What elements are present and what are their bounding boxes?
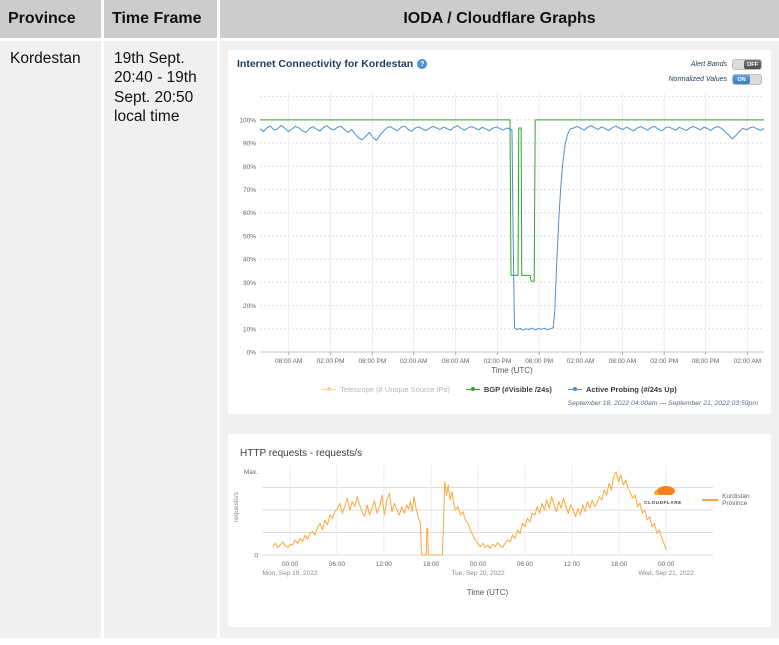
svg-text:08:00 AM: 08:00 AM — [609, 358, 636, 365]
svg-text:90%: 90% — [243, 141, 256, 148]
svg-text:02:00 PM: 02:00 PM — [483, 358, 511, 365]
cloudflare-logo: CLOUDFLARE — [634, 484, 692, 505]
svg-text:100%: 100% — [239, 117, 256, 124]
alert-bands-toggle-state: OFF — [744, 60, 761, 69]
col-header-time-frame-label: Time Frame — [112, 10, 202, 28]
svg-text:0: 0 — [254, 553, 258, 560]
province-name: Kordestan — [10, 50, 81, 67]
svg-text:08:00 PM: 08:00 PM — [525, 358, 553, 365]
ioda-legend-item-0[interactable]: Telescope (# Unique Source IPs) — [322, 385, 450, 394]
time-frame-cell: 19th Sept. 20:40 - 19th Sept. 20:50 loca… — [104, 41, 217, 638]
cloudflare-cloud-icon — [650, 484, 676, 497]
page: Province Time Frame IODA / Cloudflare Gr… — [0, 0, 779, 645]
svg-text:02:00 AM: 02:00 AM — [567, 358, 594, 365]
col-header-province: Province — [0, 0, 101, 38]
svg-text:Wed, Sep 21, 2022: Wed, Sep 21, 2022 — [638, 570, 694, 577]
ioda-date-range: September 18, 2022 04:00am — September 2… — [231, 400, 768, 407]
col-header-graphs-label: IODA / Cloudflare Graphs — [403, 10, 595, 28]
cloudflare-chart-title: HTTP requests - requests/s — [240, 448, 771, 459]
svg-text:08:00 AM: 08:00 AM — [442, 358, 469, 365]
svg-text:70%: 70% — [243, 187, 256, 194]
svg-text:80%: 80% — [243, 164, 256, 171]
ioda-legend-item-1[interactable]: BGP (#Visible /24s) — [466, 385, 552, 394]
normalized-values-toggle-state: ON — [733, 75, 750, 84]
cloudflare-legend: Kurdistan Province — [702, 493, 771, 507]
col-header-graphs: IODA / Cloudflare Graphs — [220, 0, 779, 38]
svg-text:10%: 10% — [243, 326, 256, 333]
svg-text:02:00 AM: 02:00 AM — [400, 358, 427, 365]
legend-label: BGP (#Visible /24s) — [484, 385, 552, 394]
comparison-table: Province Time Frame IODA / Cloudflare Gr… — [0, 0, 779, 638]
normalized-values-label: Normalized Values — [669, 76, 728, 83]
ioda-title: Internet Connectivity for Kordestan ? — [237, 58, 427, 70]
svg-text:06:00: 06:00 — [517, 561, 534, 568]
ioda-graph-card: Internet Connectivity for Kordestan ? Al… — [228, 50, 771, 414]
graphs-cell: Internet Connectivity for Kordestan ? Al… — [220, 41, 779, 638]
ioda-legend: Telescope (# Unique Source IPs) BGP (#Vis… — [231, 382, 768, 396]
svg-text:02:00 PM: 02:00 PM — [650, 358, 678, 365]
time-frame-value: 19th Sept. 20:40 - 19th Sept. 20:50 loca… — [114, 50, 197, 125]
ioda-header: Internet Connectivity for Kordestan ? Al… — [231, 56, 768, 84]
svg-text:06:00: 06:00 — [329, 561, 346, 568]
ioda-toggles: Alert Bands OFF Normalized Values ON — [669, 59, 763, 85]
cloudflare-y-axis-label: requests/s — [233, 492, 240, 522]
legend-label-kurdistan-province: Kurdistan Province — [722, 493, 771, 507]
svg-text:12:00: 12:00 — [564, 561, 581, 568]
svg-text:08:00 PM: 08:00 PM — [358, 358, 386, 365]
alert-bands-toggle[interactable]: OFF — [732, 59, 762, 70]
alert-bands-label: Alert Bands — [691, 61, 727, 68]
svg-text:12:00: 12:00 — [376, 561, 393, 568]
ioda-legend-item-2[interactable]: Active Probing (#/24s Up) — [568, 385, 677, 394]
svg-text:Tue, Sep 20, 2022: Tue, Sep 20, 2022 — [451, 570, 505, 577]
svg-text:08:00 AM: 08:00 AM — [275, 358, 302, 365]
svg-text:00:00: 00:00 — [470, 561, 487, 568]
legend-marker — [466, 387, 480, 392]
svg-text:00:00: 00:00 — [282, 561, 299, 568]
svg-text:Time (UTC): Time (UTC) — [467, 588, 509, 597]
svg-text:Mon, Sep 19, 2022: Mon, Sep 19, 2022 — [263, 570, 318, 577]
ioda-chart: 08:00 AM 02:00 PM 08:00 PM 02:00 AM 08:00 AM… — [231, 84, 768, 376]
svg-text:30%: 30% — [243, 280, 256, 287]
svg-text:02:00 AM: 02:00 AM — [734, 358, 761, 365]
col-header-province-label: Province — [8, 10, 76, 28]
svg-text:50%: 50% — [243, 233, 256, 240]
legend-label: Telescope (# Unique Source IPs) — [340, 385, 450, 394]
svg-text:18:00: 18:00 — [423, 561, 440, 568]
help-icon[interactable]: ? — [417, 59, 427, 69]
svg-text:60%: 60% — [243, 210, 256, 217]
svg-text:00:00: 00:00 — [658, 561, 675, 568]
legend-label: Active Probing (#/24s Up) — [586, 385, 677, 394]
svg-text:0%: 0% — [247, 350, 257, 357]
svg-text:20%: 20% — [243, 303, 256, 310]
legend-marker — [322, 387, 336, 392]
ioda-title-text: Internet Connectivity for Kordestan — [237, 58, 413, 70]
cloudflare-graph-card: HTTP requests - requests/s requests/s 00… — [228, 434, 771, 627]
province-cell: Kordestan — [0, 41, 101, 638]
cloudflare-chart: 00:00 Mon, Sep 19, 2022 06:00 12:00 18:00 00:… — [228, 459, 771, 609]
alert-bands-row: Alert Bands OFF — [691, 59, 762, 70]
svg-text:40%: 40% — [243, 257, 256, 264]
svg-text:Max.: Max. — [244, 469, 258, 476]
legend-marker — [568, 387, 582, 392]
svg-text:08:00 PM: 08:00 PM — [692, 358, 720, 365]
col-header-time-frame: Time Frame — [104, 0, 217, 38]
svg-text:18:00: 18:00 — [611, 561, 628, 568]
svg-text:Time (UTC): Time (UTC) — [491, 366, 533, 375]
svg-text:02:00 PM: 02:00 PM — [317, 358, 345, 365]
cloudflare-logo-text: CLOUDFLARE — [634, 500, 692, 505]
legend-line-swatch — [702, 499, 718, 501]
